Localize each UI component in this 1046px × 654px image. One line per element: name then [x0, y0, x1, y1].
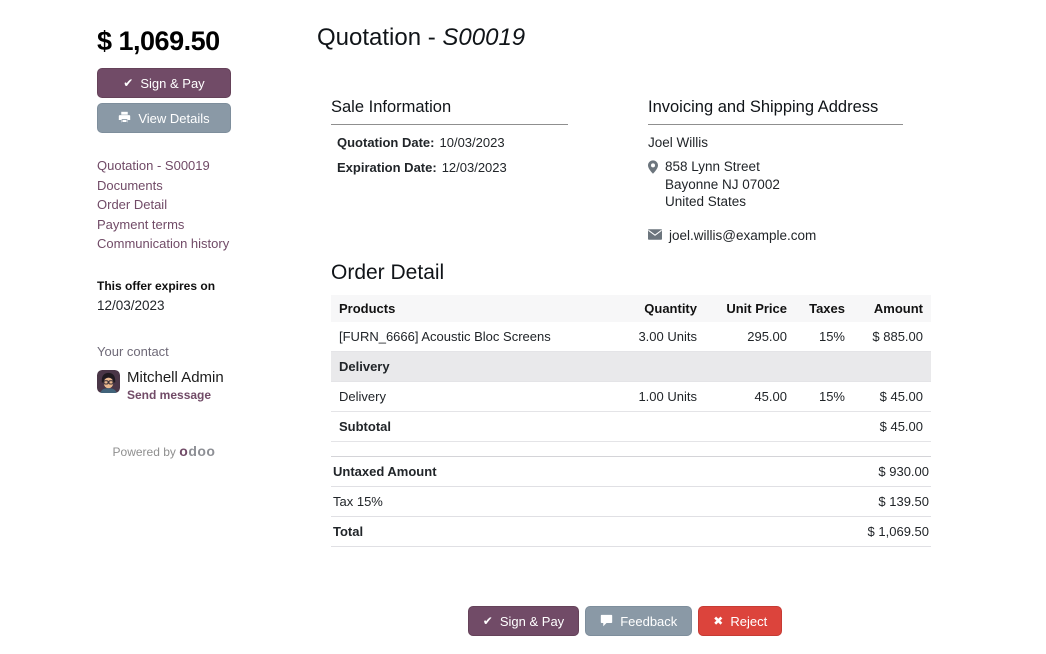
- reject-button[interactable]: ✖ Reject: [698, 606, 782, 636]
- column-unit-price: Unit Price: [705, 295, 795, 322]
- view-details-label: View Details: [138, 111, 209, 126]
- subtotal-amount: $ 45.00: [853, 411, 931, 441]
- untaxed-amount-value: $ 930.00: [878, 464, 929, 479]
- customer-email: joel.willis@example.com: [669, 228, 816, 243]
- check-icon: ✔: [483, 615, 493, 627]
- sidebar-nav: Quotation - S00019 Documents Order Detai…: [97, 156, 231, 254]
- product-unit-price: 295.00: [705, 322, 795, 352]
- feedback-button[interactable]: Feedback: [585, 606, 692, 636]
- order-line-row: [FURN_6666] Acoustic Bloc Screens 3.00 U…: [331, 322, 931, 352]
- printer-icon: [118, 111, 131, 126]
- address-country: United States: [665, 193, 780, 211]
- tax-value: $ 139.50: [878, 494, 929, 509]
- product-amount: $ 45.00: [853, 381, 931, 411]
- product-quantity: 3.00 Units: [627, 322, 705, 352]
- customer-address: 858 Lynn Street Bayonne NJ 07002 United …: [665, 158, 780, 211]
- footer-sign-pay-button[interactable]: ✔ Sign & Pay: [468, 606, 579, 636]
- product-taxes: 15%: [795, 381, 853, 411]
- subtotal-label: Subtotal: [331, 411, 853, 441]
- sign-pay-label: Sign & Pay: [140, 76, 204, 91]
- expiry-date: 12/03/2023: [97, 298, 231, 313]
- reject-label: Reject: [730, 614, 767, 629]
- tax-label: Tax 15%: [333, 494, 383, 509]
- x-icon: ✖: [713, 615, 723, 627]
- order-lines-table: Products Quantity Unit Price Taxes Amoun…: [331, 295, 931, 442]
- table-header-row: Products Quantity Unit Price Taxes Amoun…: [331, 295, 931, 322]
- powered-by: Powered by odoo: [97, 443, 231, 459]
- view-details-button[interactable]: View Details: [97, 103, 231, 133]
- address-city: Bayonne NJ 07002: [665, 176, 780, 194]
- total-value: $ 1,069.50: [868, 524, 929, 539]
- sale-information-section: Sale Information Quotation Date: 10/03/20…: [331, 98, 568, 243]
- page-title-number: S00019: [442, 24, 525, 51]
- tax-row: Tax 15% $ 139.50: [331, 487, 931, 517]
- quotation-date-row: Quotation Date: 10/03/2023: [331, 135, 568, 150]
- product-unit-price: 45.00: [705, 381, 795, 411]
- quotation-date-label: Quotation Date:: [337, 135, 435, 150]
- sidebar-link-quotation[interactable]: Quotation - S00019: [97, 156, 231, 176]
- column-products: Products: [331, 295, 627, 322]
- map-pin-icon: [648, 160, 658, 211]
- order-detail-heading: Order Detail: [331, 261, 933, 285]
- contact-avatar: [97, 370, 120, 393]
- column-taxes: Taxes: [795, 295, 853, 322]
- powered-by-text: Powered by: [113, 445, 176, 459]
- untaxed-amount-row: Untaxed Amount $ 930.00: [331, 457, 931, 487]
- column-amount: Amount: [853, 295, 931, 322]
- contact-name: Mitchell Admin: [127, 370, 224, 386]
- total-row: Total $ 1,069.50: [331, 517, 931, 547]
- invoicing-shipping-heading: Invoicing and Shipping Address: [648, 98, 903, 125]
- page-title: Quotation - S00019: [317, 24, 933, 52]
- check-icon: ✔: [123, 77, 133, 89]
- sidebar-link-payment-terms[interactable]: Payment terms: [97, 215, 231, 235]
- section-row: Delivery: [331, 351, 931, 381]
- sidebar-link-order-detail[interactable]: Order Detail: [97, 195, 231, 215]
- your-contact: Your contact Mitchell Admin Send message: [97, 344, 231, 402]
- sale-information-heading: Sale Information: [331, 98, 568, 125]
- page-title-prefix: Quotation -: [317, 24, 442, 51]
- footer-sign-pay-label: Sign & Pay: [500, 614, 564, 629]
- column-quantity: Quantity: [627, 295, 705, 322]
- quotation-sidebar: $ 1,069.50 ✔ Sign & Pay View Details Quo…: [97, 26, 231, 459]
- address-street: 858 Lynn Street: [665, 158, 780, 176]
- contact-heading: Your contact: [97, 344, 231, 359]
- product-amount: $ 885.00: [853, 322, 931, 352]
- sidebar-link-documents[interactable]: Documents: [97, 176, 231, 196]
- invoicing-shipping-section: Invoicing and Shipping Address Joel Will…: [648, 98, 903, 243]
- sidebar-link-communication-history[interactable]: Communication history: [97, 234, 231, 254]
- offer-expiry: This offer expires on 12/03/2023: [97, 279, 231, 313]
- amount-due: $ 1,069.50: [97, 26, 231, 57]
- odoo-logo-o: o: [179, 443, 188, 459]
- quotation-date-value: 10/03/2023: [440, 135, 505, 150]
- expiration-date-value: 12/03/2023: [442, 160, 507, 175]
- envelope-icon: [648, 228, 662, 243]
- untaxed-amount-label: Untaxed Amount: [333, 464, 437, 479]
- expiration-date-label: Expiration Date:: [337, 160, 437, 175]
- product-quantity: 1.00 Units: [627, 381, 705, 411]
- odoo-logo[interactable]: odoo: [179, 443, 215, 459]
- send-message-link[interactable]: Send message: [127, 388, 211, 402]
- order-line-row: Delivery 1.00 Units 45.00 15% $ 45.00: [331, 381, 931, 411]
- product-taxes: 15%: [795, 322, 853, 352]
- total-label: Total: [333, 524, 363, 539]
- subtotal-row: Subtotal $ 45.00: [331, 411, 931, 441]
- section-label: Delivery: [331, 351, 931, 381]
- totals-table: Untaxed Amount $ 930.00 Tax 15% $ 139.50…: [331, 456, 931, 547]
- expiration-date-row: Expiration Date: 12/03/2023: [331, 160, 568, 175]
- chat-icon: [600, 614, 613, 629]
- sign-pay-button[interactable]: ✔ Sign & Pay: [97, 68, 231, 98]
- customer-name: Joel Willis: [648, 135, 903, 150]
- footer-actions: ✔ Sign & Pay Feedback ✖ Reject: [317, 606, 933, 636]
- feedback-label: Feedback: [620, 614, 677, 629]
- order-detail-section: Order Detail Products Quantity Unit Pric…: [317, 261, 933, 547]
- odoo-logo-rest: doo: [188, 443, 215, 459]
- product-name: Delivery: [331, 381, 627, 411]
- quotation-document: Quotation - S00019 Sale Information Quot…: [317, 24, 933, 547]
- product-name: [FURN_6666] Acoustic Bloc Screens: [331, 322, 627, 352]
- expiry-label: This offer expires on: [97, 279, 231, 293]
